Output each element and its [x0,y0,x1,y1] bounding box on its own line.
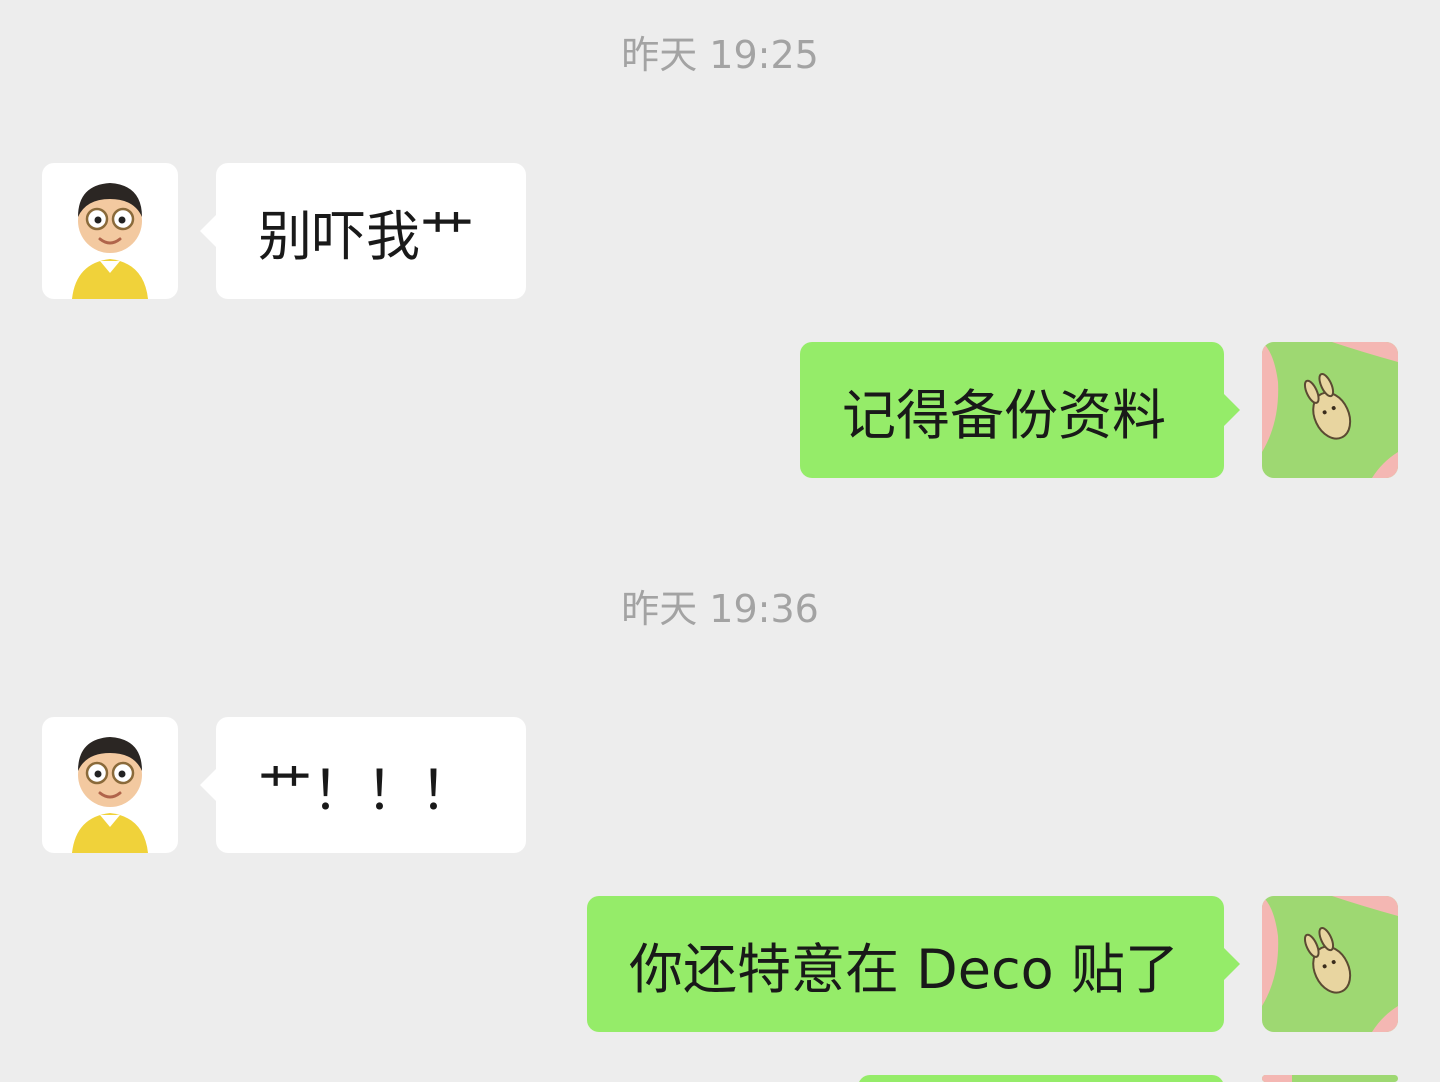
timestamp: 昨天 19:25 [621,33,819,77]
my-avatar[interactable] [1262,896,1398,1032]
message-text: 记得备份资料 [842,383,1166,447]
outgoing-message-bubble-partial[interactable] [858,1075,1224,1082]
my-avatar-partial[interactable] [1262,1075,1398,1082]
message-text: 艹！！！ [258,758,474,822]
bunny-sticker-avatar-icon [1262,342,1398,478]
cartoon-boy-avatar-icon [42,163,178,299]
message-text: 你还特意在 Deco 贴了 [629,937,1179,1001]
bunny-sticker-avatar-icon [1262,896,1398,1032]
cartoon-boy-avatar-icon [42,717,178,853]
outgoing-message-bubble[interactable]: 你还特意在 Deco 贴了 [587,896,1240,1032]
message-text: 别吓我艹 [258,204,474,268]
outgoing-message-bubble[interactable]: 记得备份资料 [800,342,1240,478]
incoming-message-bubble[interactable]: 别吓我艹 [200,163,526,299]
incoming-message-bubble[interactable]: 艹！！！ [200,717,526,853]
contact-avatar[interactable] [42,717,178,853]
chat-window: 昨天 19:25 别吓我艹 记得备份资料 昨天 19:36 艹！！！ 你还特意在… [0,0,1440,1082]
contact-avatar[interactable] [42,163,178,299]
my-avatar[interactable] [1262,342,1398,478]
timestamp: 昨天 19:36 [621,587,819,631]
bunny-sticker-avatar-icon [1262,1075,1398,1082]
